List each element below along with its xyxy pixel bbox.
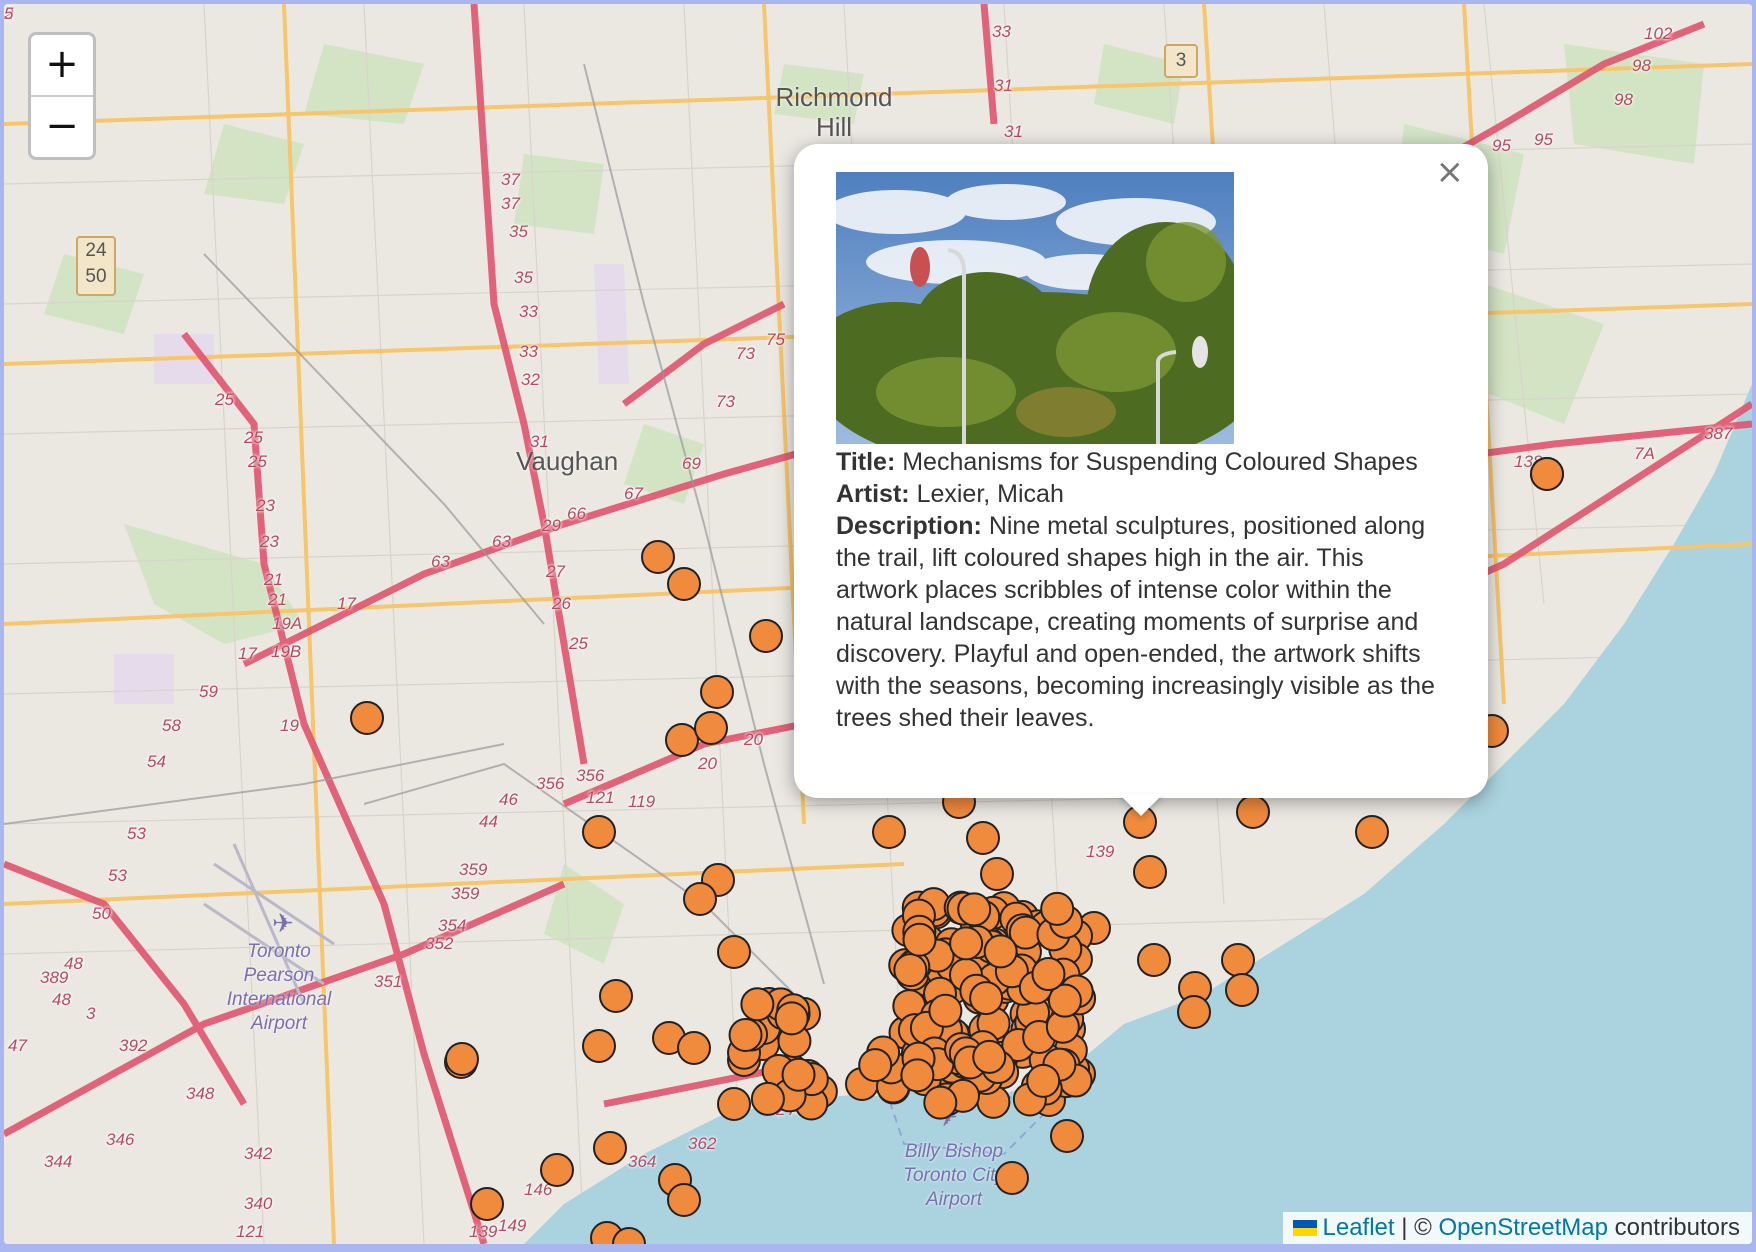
artwork-marker[interactable] [966, 821, 1000, 855]
artwork-marker[interactable] [949, 926, 984, 961]
artist-label: Artist: [836, 480, 910, 508]
artwork-marker[interactable] [902, 922, 937, 957]
artwork-marker[interactable] [781, 1057, 816, 1092]
title-label: Title: [836, 448, 896, 476]
artwork-marker[interactable] [872, 815, 906, 849]
ukraine-flag-icon [1292, 1220, 1317, 1236]
artwork-description: Nine metal sculptures, positioned along … [836, 512, 1435, 732]
artwork-marker[interactable] [1031, 957, 1066, 992]
zoom-in-button[interactable]: + [31, 35, 93, 97]
artwork-marker[interactable] [972, 1039, 1007, 1074]
artwork-marker[interactable] [980, 857, 1014, 891]
artwork-marker[interactable] [470, 1187, 504, 1221]
artwork-popup: × Title: Mechanisms for Suspending Colou… [794, 144, 1488, 798]
map-container[interactable]: Richmond Hill Vaughan Toronto Pearson In… [4, 4, 1752, 1244]
zoom-out-button[interactable]: − [31, 97, 93, 157]
artwork-marker[interactable] [1355, 815, 1389, 849]
artwork-marker[interactable] [667, 567, 701, 601]
artwork-marker[interactable] [740, 987, 775, 1022]
artwork-marker[interactable] [1137, 943, 1171, 977]
artwork-marker[interactable] [582, 815, 616, 849]
popup-description-row: Description: Nine metal sculptures, posi… [836, 510, 1446, 734]
artwork-marker[interactable] [582, 1029, 616, 1063]
artwork-marker[interactable] [774, 1001, 809, 1036]
artwork-marker[interactable] [665, 723, 699, 757]
artwork-marker[interactable] [1026, 1063, 1061, 1098]
artwork-photo [836, 172, 1234, 444]
map-attribution: Leaflet | © OpenStreetMap contributors [1282, 1212, 1752, 1244]
artwork-marker[interactable] [969, 981, 1004, 1016]
artwork-marker[interactable] [1225, 973, 1259, 1007]
artwork-marker[interactable] [900, 1058, 935, 1093]
openstreetmap-link[interactable]: OpenStreetMap [1439, 1214, 1608, 1241]
leaflet-link[interactable]: Leaflet [1323, 1214, 1395, 1241]
artwork-marker[interactable] [717, 1087, 751, 1121]
artwork-marker[interactable] [995, 1161, 1029, 1195]
description-label: Description: [836, 512, 982, 540]
artwork-marker[interactable] [599, 979, 633, 1013]
artwork-marker[interactable] [445, 1042, 479, 1076]
artwork-marker[interactable] [1050, 1119, 1084, 1153]
artwork-marker[interactable] [700, 675, 734, 709]
popup-title-row: Title: Mechanisms for Suspending Coloure… [836, 446, 1446, 478]
artwork-marker[interactable] [983, 934, 1018, 969]
attribution-separator: | © [1401, 1214, 1432, 1241]
artwork-marker[interactable] [1040, 891, 1075, 926]
artwork-marker[interactable] [683, 882, 717, 916]
artwork-title: Mechanisms for Suspending Coloured Shape… [902, 448, 1418, 476]
popup-details: Title: Mechanisms for Suspending Coloure… [836, 446, 1446, 734]
artwork-marker[interactable] [858, 1048, 893, 1083]
map-frame: Richmond Hill Vaughan Toronto Pearson In… [4, 4, 1752, 1244]
artwork-marker[interactable] [677, 1031, 711, 1065]
artwork-marker[interactable] [928, 993, 963, 1028]
artwork-marker[interactable] [1236, 795, 1270, 829]
artwork-marker[interactable] [667, 1183, 701, 1217]
artwork-marker[interactable] [1133, 855, 1167, 889]
artwork-marker[interactable] [749, 619, 783, 653]
artwork-marker[interactable] [728, 1017, 763, 1052]
artwork-marker[interactable] [893, 953, 928, 988]
artwork-marker[interactable] [641, 540, 675, 574]
artwork-marker[interactable] [1221, 943, 1255, 977]
popup-tip [1119, 794, 1163, 816]
artwork-marker[interactable] [593, 1131, 627, 1165]
artwork-marker[interactable] [694, 711, 728, 745]
popup-close-button[interactable]: × [1436, 152, 1465, 192]
artwork-marker[interactable] [923, 1085, 958, 1120]
attribution-suffix: contributors [1614, 1214, 1740, 1241]
zoom-control: + − [28, 32, 96, 160]
artwork-marker[interactable] [717, 935, 751, 969]
artwork-marker[interactable] [957, 892, 992, 927]
artwork-marker[interactable] [1530, 457, 1564, 491]
popup-artist-row: Artist: Lexier, Micah [836, 478, 1446, 510]
artwork-marker[interactable] [350, 701, 384, 735]
artwork-artist: Lexier, Micah [916, 480, 1064, 508]
artwork-marker[interactable] [750, 1081, 785, 1116]
artwork-marker[interactable] [540, 1153, 574, 1187]
artwork-marker[interactable] [1177, 995, 1211, 1029]
